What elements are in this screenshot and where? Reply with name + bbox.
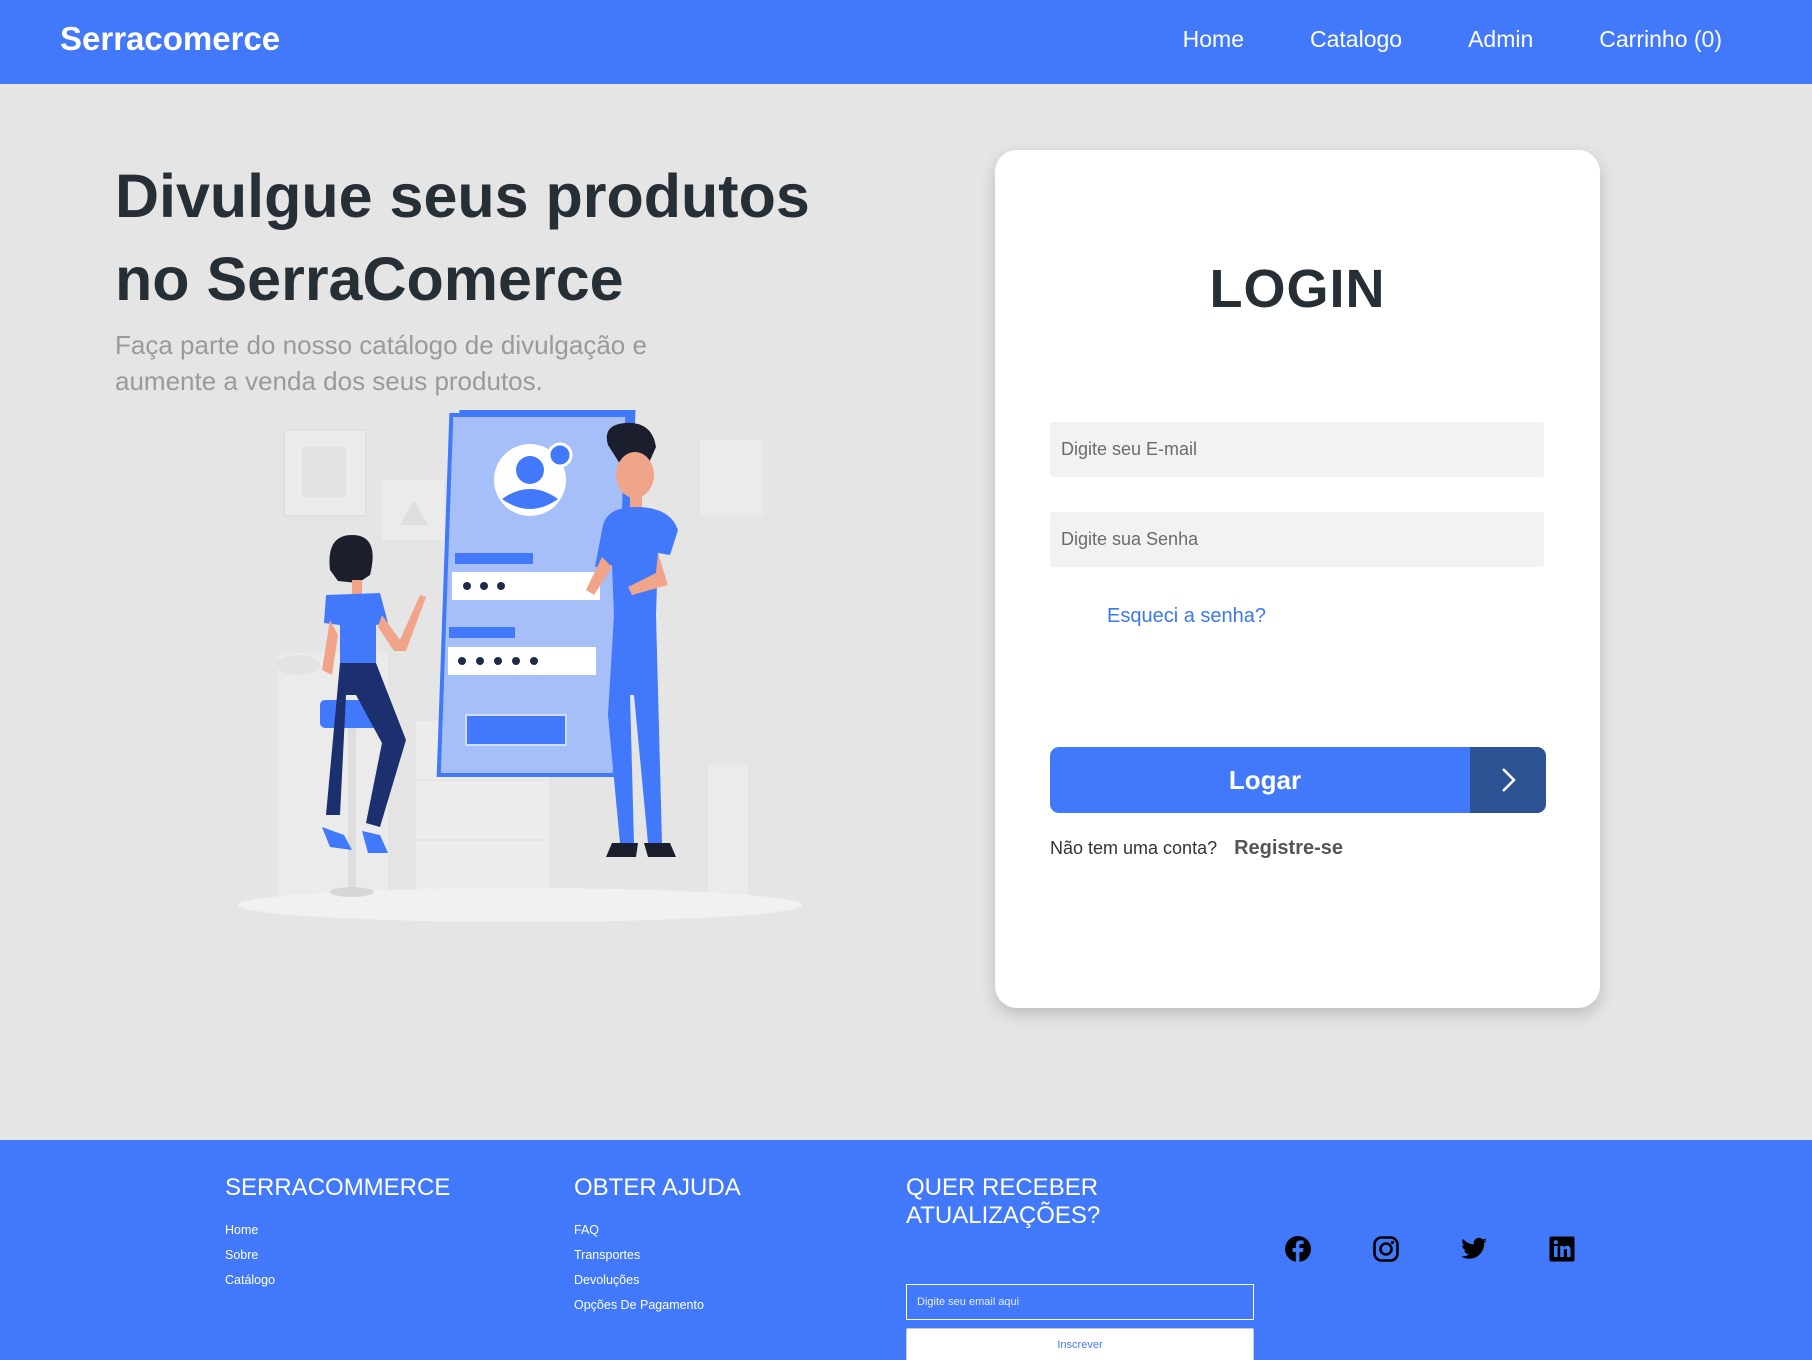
brand-logo-link[interactable]: Serracomerce bbox=[60, 20, 280, 58]
footer-link-sobre[interactable]: Sobre bbox=[225, 1248, 258, 1262]
password-field[interactable] bbox=[1050, 512, 1544, 567]
login-button-label: Logar bbox=[1228, 764, 1302, 795]
footer-brand-heading: SERRACOMMERCE bbox=[225, 1174, 451, 1201]
newsletter-heading: QUER RECEBER ATUALIZAÇÕES? bbox=[906, 1174, 1101, 1229]
footer-help-column: OBTER AJUDA FAQ Transportes Devoluções O… bbox=[574, 1174, 741, 1322]
nav-catalogo-link[interactable]: Catalogo bbox=[1310, 26, 1402, 53]
login-illustration-svg bbox=[238, 410, 802, 922]
top-navbar: Serracomerce Home Catalogo Admin Carrinh… bbox=[0, 0, 1812, 84]
hero-section: Divulgue seus produtos no SerraComerce F… bbox=[115, 155, 835, 399]
nav-home-link[interactable]: Home bbox=[1183, 26, 1244, 53]
nav-admin-link[interactable]: Admin bbox=[1468, 26, 1533, 53]
hero-subtitle: Faça parte do nosso catálogo de divulgaç… bbox=[115, 330, 647, 396]
login-title: LOGIN bbox=[1209, 259, 1386, 319]
login-button[interactable]: Logar bbox=[1050, 747, 1546, 813]
newsletter-subscribe-button[interactable]: Inscrever bbox=[906, 1328, 1254, 1360]
footer-link-faq[interactable]: FAQ bbox=[574, 1223, 599, 1237]
hero-title: Divulgue seus produtos no SerraComerce bbox=[115, 155, 835, 321]
twitter-icon[interactable] bbox=[1460, 1235, 1488, 1263]
social-links bbox=[1284, 1235, 1576, 1263]
login-illustration bbox=[230, 395, 810, 925]
facebook-icon[interactable] bbox=[1284, 1235, 1312, 1263]
register-link[interactable]: Registre-se bbox=[1234, 837, 1343, 860]
footer-link-transportes[interactable]: Transportes bbox=[574, 1248, 640, 1262]
login-card: LOGIN Esqueci a senha? Logar Não tem uma… bbox=[995, 150, 1600, 1008]
footer-link-devolucoes[interactable]: Devoluções bbox=[574, 1273, 639, 1287]
linkedin-icon[interactable] bbox=[1548, 1235, 1576, 1263]
nav-cart-link[interactable]: Carrinho (0) bbox=[1599, 26, 1722, 53]
newsletter-email-input[interactable] bbox=[906, 1284, 1254, 1320]
footer-link-home[interactable]: Home bbox=[225, 1223, 258, 1237]
email-field[interactable] bbox=[1050, 422, 1544, 477]
no-account-text: Não tem uma conta? bbox=[1050, 838, 1218, 858]
footer-newsletter-column: QUER RECEBER ATUALIZAÇÕES? Inscrever bbox=[906, 1174, 1256, 1360]
hero-title-line1: Divulgue seus produtos bbox=[115, 162, 810, 230]
chevron-right-icon bbox=[1470, 747, 1546, 813]
signup-row: Não tem uma conta? Registre-se bbox=[1050, 837, 1343, 860]
hero-title-line2: no SerraComerce bbox=[115, 245, 624, 313]
forgot-password-link[interactable]: Esqueci a senha? bbox=[1107, 605, 1266, 628]
footer-brand-column: SERRACOMMERCE Home Sobre Catálogo bbox=[225, 1174, 450, 1297]
footer-help-heading: OBTER AJUDA bbox=[574, 1174, 741, 1201]
footer-link-catalogo[interactable]: Catálogo bbox=[225, 1273, 275, 1287]
footer-link-pagamento[interactable]: Opções De Pagamento bbox=[574, 1298, 704, 1312]
footer-help-links: FAQ Transportes Devoluções Opções De Pag… bbox=[574, 1222, 741, 1313]
footer-brand-links: Home Sobre Catálogo bbox=[225, 1222, 450, 1288]
nav-links: Home Catalogo Admin Carrinho (0) bbox=[1183, 26, 1722, 53]
footer: SERRACOMMERCE Home Sobre Catálogo OBTER … bbox=[0, 1140, 1812, 1360]
instagram-icon[interactable] bbox=[1372, 1235, 1400, 1263]
